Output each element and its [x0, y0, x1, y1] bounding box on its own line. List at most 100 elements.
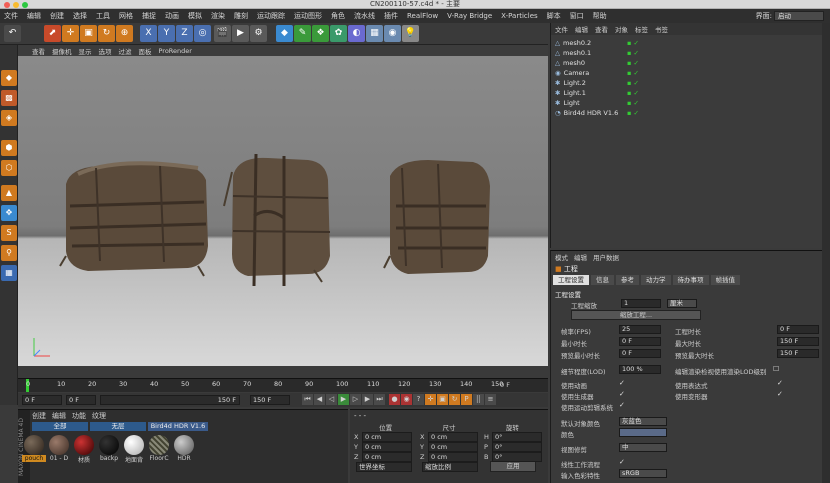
- viewport-menu-item-4[interactable]: 过滤: [119, 46, 132, 56]
- coord-value-field[interactable]: 0°: [492, 452, 542, 462]
- object-row[interactable]: ✱ Light ▪ ✓: [555, 98, 825, 108]
- attr-tab[interactable]: 参考: [616, 275, 639, 285]
- attr-menu-item[interactable]: 编辑: [574, 252, 587, 262]
- object-menu-item[interactable]: 文件: [555, 24, 568, 34]
- material-filter-tab[interactable]: 无层: [90, 422, 146, 431]
- lod-field[interactable]: 100 %: [619, 365, 661, 374]
- coord-system-button[interactable]: ◎: [194, 25, 211, 42]
- use-motion-checkbox[interactable]: ✓: [619, 401, 625, 409]
- object-menu-item[interactable]: 编辑: [575, 24, 588, 34]
- axis-x-button[interactable]: X: [140, 25, 157, 42]
- attr-tab[interactable]: 信息: [591, 275, 614, 285]
- preview-range-slider[interactable]: 150 F: [100, 395, 240, 405]
- prev-frame-icon[interactable]: ◁: [326, 394, 337, 405]
- autokey-icon[interactable]: ◉: [401, 394, 412, 405]
- key-scale-icon[interactable]: ▣: [437, 394, 448, 405]
- object-menu-item[interactable]: 书签: [655, 24, 668, 34]
- timeline-ruler[interactable]: 0 10 20 30 40 50 60 70 80 90 100 110 120 130 140 150: [18, 378, 548, 392]
- coord-value-field[interactable]: 0 cm: [428, 432, 478, 442]
- key-param-icon[interactable]: P: [461, 394, 472, 405]
- material-item[interactable]: backp: [97, 435, 121, 464]
- use-deform-checkbox[interactable]: ✓: [777, 390, 783, 398]
- layout-select[interactable]: 启动: [774, 11, 824, 21]
- start-frame-field[interactable]: 0 F: [22, 395, 62, 405]
- attr-tab[interactable]: 动力学: [641, 275, 671, 285]
- object-row[interactable]: △ mesh0.1 ▪ ✓: [555, 48, 825, 58]
- menu-item-4[interactable]: 工具: [96, 11, 110, 21]
- linear-workflow-checkbox[interactable]: ✓: [619, 458, 625, 466]
- menu-item-16[interactable]: RealFlow: [407, 12, 438, 20]
- axis-y-button[interactable]: Y: [158, 25, 175, 42]
- object-row[interactable]: △ mesh0.2 ▪ ✓: [555, 38, 825, 48]
- key-pla-icon[interactable]: ⣿: [473, 394, 484, 405]
- cube-object-button[interactable]: ◆: [276, 25, 293, 42]
- model-mode-icon[interactable]: ◆: [1, 70, 17, 86]
- grid-icon[interactable]: ▦: [1, 265, 17, 281]
- polygons-mode-icon[interactable]: ▲: [1, 185, 17, 201]
- menu-item-21[interactable]: 帮助: [593, 11, 607, 21]
- render-view-button[interactable]: 🎬: [214, 25, 231, 42]
- object-menu-item[interactable]: 标签: [635, 24, 648, 34]
- menu-item-9[interactable]: 渲染: [211, 11, 225, 21]
- coord-value-field[interactable]: 0 cm: [362, 432, 412, 442]
- menu-item-19[interactable]: 脚本: [547, 11, 561, 21]
- size-mode-select[interactable]: 缩放比例: [422, 462, 478, 472]
- axis-mode-icon[interactable]: ✥: [1, 205, 17, 221]
- recent-tool-button[interactable]: ⊕: [116, 25, 133, 42]
- min-time-field[interactable]: 0 F: [619, 337, 661, 346]
- apply-button[interactable]: 应用: [490, 461, 536, 472]
- render-settings-button[interactable]: ⚙: [250, 25, 267, 42]
- scale-unit-select[interactable]: 厘米: [667, 299, 697, 308]
- project-time-field[interactable]: 0 F: [777, 325, 819, 334]
- viewport-menu-item-0[interactable]: 查看: [32, 46, 45, 56]
- color-swatch[interactable]: [619, 428, 667, 437]
- input-color-select[interactable]: sRGB: [619, 469, 667, 478]
- object-row[interactable]: △ mesh0 ▪ ✓: [555, 58, 825, 68]
- scale-field[interactable]: 1: [621, 299, 661, 308]
- keyframe-selection-icon[interactable]: ?: [413, 394, 424, 405]
- key-position-icon[interactable]: ✛: [425, 394, 436, 405]
- coord-mode-select[interactable]: 世界坐标: [356, 462, 412, 472]
- render-picture-button[interactable]: ▶: [232, 25, 249, 42]
- use-gen-checkbox[interactable]: ✓: [619, 390, 625, 398]
- fps-field[interactable]: 25: [619, 325, 661, 334]
- object-row[interactable]: ◔ Bird4d HDR V1.6 ▪ ✓: [555, 108, 825, 118]
- menu-item-5[interactable]: 网格: [119, 11, 133, 21]
- material-menu-item[interactable]: 编辑: [52, 411, 66, 421]
- points-mode-icon[interactable]: ⬢: [1, 140, 17, 156]
- menu-item-7[interactable]: 动画: [165, 11, 179, 21]
- menu-item-6[interactable]: 捕捉: [142, 11, 156, 21]
- material-filter-tab[interactable]: Bird4d HDR V1.6: [148, 422, 208, 431]
- lock-icon[interactable]: ⚲: [1, 245, 17, 261]
- use-anim-checkbox[interactable]: ✓: [619, 379, 625, 387]
- timeline-menu-icon[interactable]: ≡: [485, 394, 496, 405]
- rotate-tool-button[interactable]: ↻: [98, 25, 115, 42]
- menu-item-15[interactable]: 插件: [384, 11, 398, 21]
- texture-mode-icon[interactable]: ▩: [1, 90, 17, 106]
- deformer-button[interactable]: ◐: [348, 25, 365, 42]
- material-filter-tab[interactable]: 全部: [32, 422, 88, 431]
- camera-button[interactable]: ◉: [384, 25, 401, 42]
- coord-value-field[interactable]: 0 cm: [362, 452, 412, 462]
- viewport-menu-item-6[interactable]: ProRender: [159, 47, 192, 55]
- material-menu-item[interactable]: 纹理: [92, 411, 106, 421]
- menu-item-14[interactable]: 流水线: [354, 11, 375, 21]
- menu-item-2[interactable]: 创建: [50, 11, 64, 21]
- viewport-menu-item-5[interactable]: 面板: [139, 46, 152, 56]
- attr-menu-item[interactable]: 模式: [555, 252, 568, 262]
- viewport-menu-item-2[interactable]: 显示: [79, 46, 92, 56]
- workplane-icon[interactable]: ◈: [1, 110, 17, 126]
- material-item[interactable]: 01 - D: [47, 435, 71, 464]
- attr-menu-item[interactable]: 用户数据: [593, 252, 619, 262]
- viewport-menu-item-1[interactable]: 摄像机: [52, 46, 72, 56]
- coord-value-field[interactable]: 0 cm: [428, 452, 478, 462]
- object-row[interactable]: ✱ Light.1 ▪ ✓: [555, 88, 825, 98]
- menu-item-8[interactable]: 模拟: [188, 11, 202, 21]
- object-row[interactable]: ✱ Light.2 ▪ ✓: [555, 78, 825, 88]
- prev-key-icon[interactable]: ◀: [314, 394, 325, 405]
- axis-z-button[interactable]: Z: [176, 25, 193, 42]
- viewport-menu-item-3[interactable]: 选项: [99, 46, 112, 56]
- preview-max-field[interactable]: 150 F: [777, 349, 819, 358]
- spline-button[interactable]: ✎: [294, 25, 311, 42]
- next-frame-icon[interactable]: ▷: [350, 394, 361, 405]
